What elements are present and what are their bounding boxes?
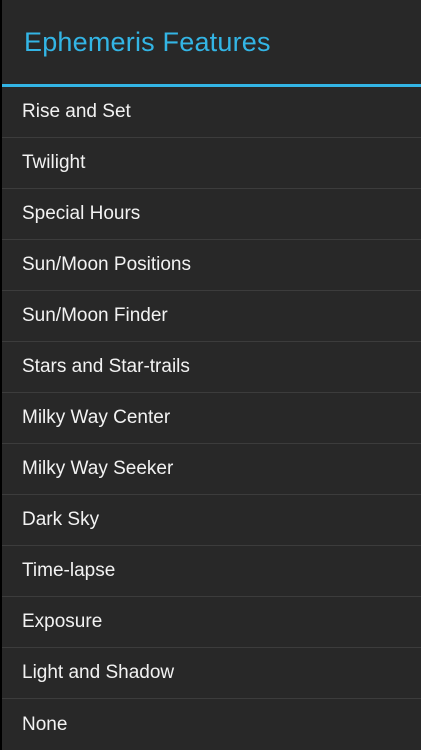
dialog-header: Ephemeris Features [2, 0, 421, 87]
option-dark-sky[interactable]: Dark Sky [2, 495, 421, 546]
option-exposure[interactable]: Exposure [2, 597, 421, 648]
option-stars-and-star-trails[interactable]: Stars and Star-trails [2, 342, 421, 393]
option-none[interactable]: None [2, 699, 421, 750]
option-sun-moon-positions[interactable]: Sun/Moon Positions [2, 240, 421, 291]
option-milky-way-seeker[interactable]: Milky Way Seeker [2, 444, 421, 495]
ephemeris-features-dialog: Ephemeris Features Rise and Set Twilight… [2, 0, 421, 750]
option-sun-moon-finder[interactable]: Sun/Moon Finder [2, 291, 421, 342]
option-light-and-shadow[interactable]: Light and Shadow [2, 648, 421, 699]
option-special-hours[interactable]: Special Hours [2, 189, 421, 240]
option-twilight[interactable]: Twilight [2, 138, 421, 189]
option-milky-way-center[interactable]: Milky Way Center [2, 393, 421, 444]
options-list: Rise and Set Twilight Special Hours Sun/… [2, 87, 421, 750]
option-time-lapse[interactable]: Time-lapse [2, 546, 421, 597]
option-rise-and-set[interactable]: Rise and Set [2, 87, 421, 138]
dialog-title: Ephemeris Features [24, 26, 271, 57]
